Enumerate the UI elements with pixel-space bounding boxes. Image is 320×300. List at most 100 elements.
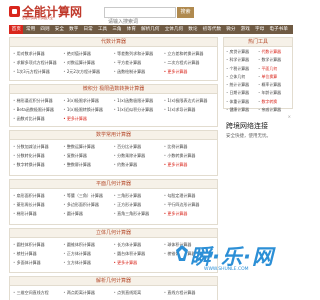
nav-item[interactable]: 常用 [23,25,37,34]
nav-item[interactable]: 立体几何 [162,25,186,34]
calculator-link[interactable]: 比例计算器 [164,142,214,151]
calculator-link[interactable]: 数字转换计算器 [13,160,63,169]
calculator-link[interactable]: 两点距离计算器 [63,288,113,297]
calculator-link[interactable]: 平行四边形计算器 [164,200,214,209]
calculator-link[interactable]: Beta函数极限计算器 [13,105,63,114]
calculator-link[interactable]: 3(x)极限求计算器 [63,96,113,105]
calculator-link[interactable]: 等差数列求和计算器 [114,49,164,58]
nav-item[interactable]: 日常 [81,25,95,34]
calculator-link[interactable]: 球体积计算器 [164,240,214,249]
calculator-link[interactable]: 1(x)极限转换计算器 [63,105,113,114]
nav-item[interactable]: 初等代数 [200,25,224,34]
calculator-link[interactable]: 直角三角形计算器 [114,209,164,218]
calculator-link[interactable]: 梯形逼近积分计算器 [13,96,63,105]
nav-item[interactable]: 字母 [252,25,266,34]
calculator-link[interactable]: 整数运算计算器 [63,142,113,151]
calculator-link[interactable]: 圆计算器 [63,209,113,218]
calculator-link[interactable]: 求解多项式方程计算器 [13,58,63,67]
calculator-link[interactable]: 二次方程式计算器 [164,58,214,67]
hot-tool-link[interactable]: 房贷计算器 [226,48,258,56]
hot-tool-link[interactable]: 单位换算 [258,73,290,81]
calculator-link[interactable]: 1(x)函数极限计算器 [114,96,164,105]
calculator-link[interactable]: 扇形面积计算器 [13,191,63,200]
more-link[interactable]: 更多计算器 [164,67,214,76]
nav-item[interactable]: 数论 [186,25,200,34]
nav-item[interactable]: 解析几何 [139,25,163,34]
ad-close-icon[interactable]: × [288,114,291,119]
calculator-link[interactable]: 勾股定理计算器 [164,191,214,200]
nav-item[interactable]: 三角 [110,25,124,34]
hot-tool-link[interactable]: 日期计算器 [226,89,258,97]
calculator-link[interactable]: 复数计算器 [63,151,113,160]
calculator-link[interactable]: 长方体计算器 [114,240,164,249]
calculator-link[interactable]: 用对数求计算器 [13,49,63,58]
calculator-link[interactable]: 圆柱体积计算器 [13,240,63,249]
calculator-link[interactable]: 整数幂计算器 [63,160,113,169]
hot-tool-link[interactable]: 代数计算器 [258,48,290,56]
nav-item[interactable]: 安全 [52,25,66,34]
panel-title[interactable]: 数学常用计算器 [10,131,217,140]
nav-item[interactable]: 体育 [124,25,138,34]
calculator-link[interactable]: 2元2次方程计算器 [63,67,113,76]
calculator-link[interactable]: 1(x)求导计算器 [164,105,214,114]
calculator-link[interactable]: 等腰（三角）计算器 [63,191,113,200]
nav-item[interactable]: 电子书单 [267,25,291,34]
calculator-link[interactable]: 1(x)近似积分计算器 [114,105,164,114]
panel-title[interactable]: 代数计算器 [10,38,217,47]
calculator-link[interactable]: 分数转化计算器 [13,151,63,160]
calculator-link[interactable]: 棱锥体积计算器 [164,249,214,258]
calculator-link[interactable]: 三维空间直线方程 [13,288,63,297]
calculator-link[interactable]: 直线方程计算器 [164,288,214,297]
calculator-link[interactable]: 正方形计算器 [114,200,164,209]
hot-tool-link[interactable]: 科学计算器 [226,56,258,64]
calculator-link[interactable]: 棱柱计算器 [13,249,63,258]
nav-item[interactable]: 四则 [38,25,52,34]
calculator-link[interactable]: 小数转换计算器 [164,151,214,160]
calculator-link[interactable]: 函数绘制计算器 [114,67,164,76]
hot-tool-link[interactable]: 数学计算器 [258,56,290,64]
hot-tool-link[interactable]: 个税计算器 [226,65,258,73]
hot-tool-link[interactable]: 概率计算器 [258,81,290,89]
hot-tool-link[interactable]: 统计计算器 [226,81,258,89]
calculator-link[interactable]: 函数对比计算器 [13,114,63,123]
nav-item[interactable]: 工具 [95,25,109,34]
nav-item[interactable]: 数字 [67,25,81,34]
more-link[interactable]: 更多计算器 [114,258,164,267]
calculator-link[interactable]: 菱形周长计算器 [13,200,63,209]
hot-tool-link[interactable]: 体重计算器 [226,98,258,106]
ad-box[interactable]: × 跨境网络连接 安全快捷，使用无忧。 [223,113,293,263]
calculator-link[interactable]: 1次3元方程计算器 [13,67,63,76]
hot-tool-link[interactable]: 年龄计算器 [258,89,290,97]
calculator-link[interactable]: 三角形计算器 [114,191,164,200]
nav-item[interactable]: Bhtal [290,25,294,34]
nav-item[interactable]: 游戏 [238,25,252,34]
panel-title[interactable]: 立体几何计算器 [10,229,217,238]
hot-tool-link[interactable]: 数字转换 [258,98,290,106]
calculator-link[interactable]: 对数运算计算器 [63,58,113,67]
hot-tool-link[interactable]: 平面几何 [258,65,290,73]
panel-title[interactable]: 平面几何计算器 [10,180,217,189]
panel-title[interactable]: 微积分 极限函数转换计算器 [10,85,217,94]
search-button[interactable]: 搜索 [177,7,194,18]
calculator-link[interactable]: 点到直线距离 [114,288,164,297]
calculator-link[interactable]: 多边形面积计算器 [63,200,113,209]
nav-item[interactable]: 微分 [224,25,238,34]
calculator-link[interactable]: 1(x)极限表达式计算器 [164,96,214,105]
calculator-link[interactable]: 百分比计算器 [114,142,164,151]
calculator-link[interactable]: 分数加减法计算器 [13,142,63,151]
ad-title[interactable]: 跨境网络连接 [226,121,268,131]
calculator-link[interactable]: 正方体计算器 [63,249,113,258]
calculator-link[interactable]: 平方差计算器 [114,58,164,67]
panel-title[interactable]: 解析几何计算器 [10,277,217,286]
calculator-link[interactable]: 立方体计算器 [63,258,113,267]
calculator-link[interactable]: 多面体计算器 [13,258,63,267]
calculator-link[interactable]: 绝对值计算器 [63,49,113,58]
calculator-link[interactable]: 圆锥体积计算器 [63,240,113,249]
nav-item[interactable]: 首页 [9,25,24,34]
calculator-link[interactable]: 约数计算器 [114,160,164,169]
hot-tool-link[interactable]: 立体几何 [226,73,258,81]
more-link[interactable]: 更多计算器 [164,209,214,218]
more-link[interactable]: 更多计算器 [164,160,214,169]
more-link[interactable]: 更多计算器 [63,114,113,123]
calculator-link[interactable]: 圆台体积计算器 [114,249,164,258]
